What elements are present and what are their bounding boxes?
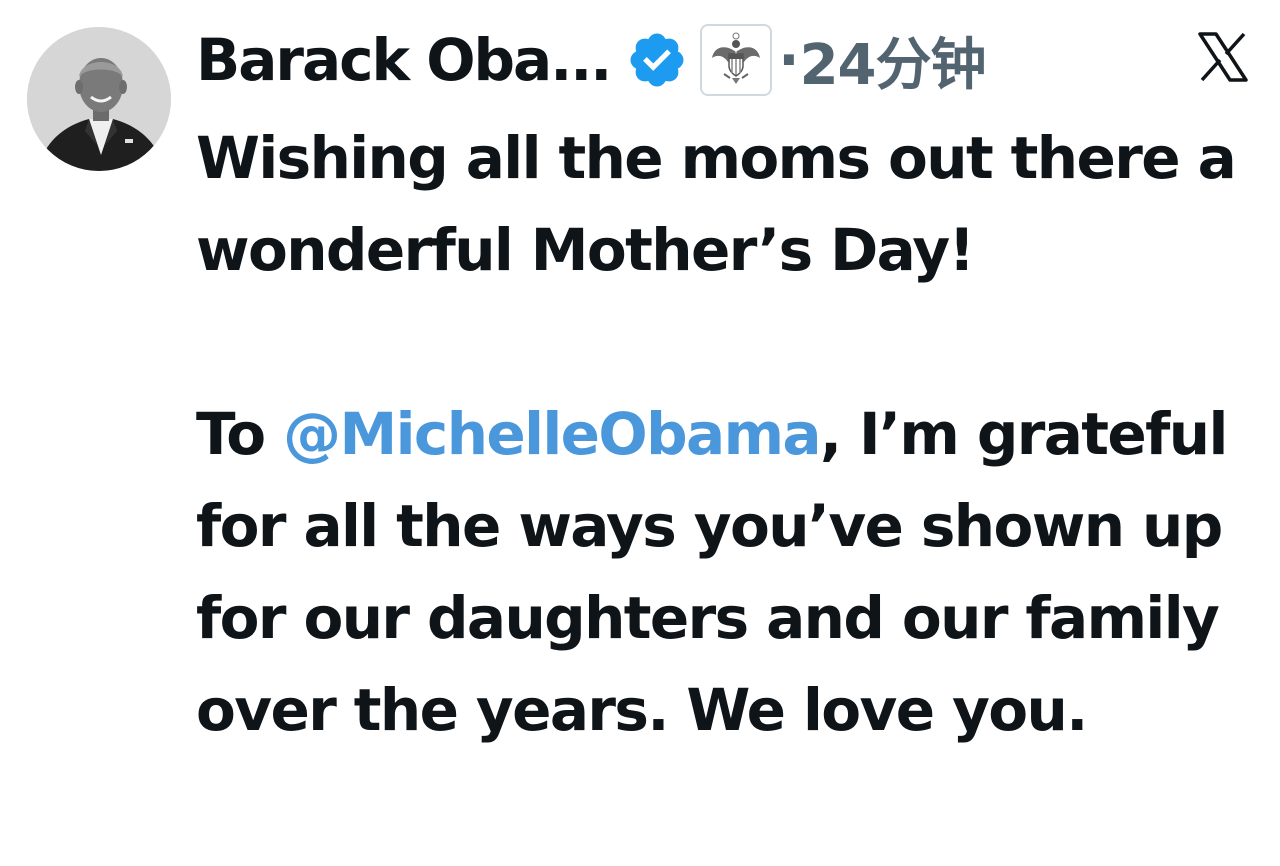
avatar-photo-icon [27,27,171,171]
avatar[interactable] [27,27,171,171]
verified-badge-icon [626,29,688,91]
author-name[interactable]: Barack Oba... [196,26,612,94]
tweet-card[interactable]: Barack Oba... · 24分钟 Wishing all the mom… [0,0,1280,866]
tweet-text: Wishing all the moms out there a wonderf… [196,112,1271,756]
tweet-paragraph-1: Wishing all the moms out there a wonderf… [196,124,1237,284]
paragraph-2-prefix: To [196,400,284,468]
us-seal-icon[interactable] [700,24,773,96]
tweet-header: Barack Oba... · 24分钟 [196,18,987,102]
x-logo-icon [1196,30,1250,84]
separator-dot: · [778,27,800,93]
timestamp[interactable]: 24分钟 [800,20,987,101]
tweet-paragraph-2: To @MichelleObama, I’m grateful for all … [196,388,1271,756]
mention-link[interactable]: @MichelleObama [283,400,821,468]
